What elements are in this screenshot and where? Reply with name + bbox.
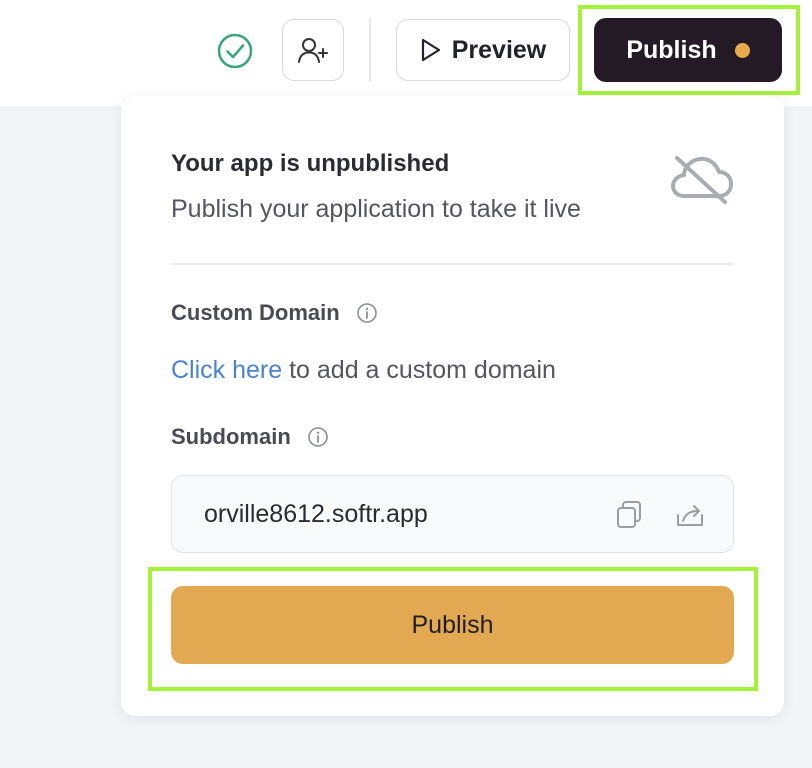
panel-title: Your app is unpublished	[171, 150, 450, 177]
check-circle-icon	[217, 33, 253, 69]
top-toolbar: Preview Publish	[0, 0, 812, 106]
info-icon[interactable]	[307, 426, 329, 448]
custom-domain-label-row: Custom Domain	[171, 300, 378, 326]
publish-top-button[interactable]: Publish	[594, 18, 782, 82]
invite-user-button[interactable]	[282, 19, 344, 81]
preview-button-label: Preview	[451, 35, 547, 64]
preview-button[interactable]: Preview	[396, 19, 570, 81]
toolbar-divider	[369, 18, 371, 82]
publish-top-label: Publish	[626, 35, 717, 64]
add-custom-domain-link[interactable]: Click here	[171, 356, 282, 384]
subdomain-label-row: Subdomain	[171, 424, 329, 450]
subdomain-value: orville8612.softr.app	[204, 500, 428, 528]
user-plus-icon	[298, 38, 328, 63]
panel-subtitle: Publish your application to take it live	[171, 195, 581, 223]
publish-popover: Your app is unpublished Publish your app…	[121, 96, 784, 716]
subdomain-label: Subdomain	[171, 424, 291, 449]
custom-domain-rest-text: to add a custom domain	[282, 356, 556, 384]
play-icon	[421, 38, 440, 62]
custom-domain-text: Click here to add a custom domain	[171, 356, 556, 385]
subdomain-field[interactable]: orville8612.softr.app	[171, 475, 734, 553]
cloud-off-icon	[671, 156, 733, 204]
info-icon[interactable]	[356, 302, 378, 324]
unpublished-status-dot	[734, 42, 750, 58]
panel-divider	[171, 263, 734, 265]
publish-button[interactable]: Publish	[171, 586, 734, 664]
copy-icon[interactable]	[615, 500, 643, 530]
share-icon[interactable]	[675, 501, 705, 529]
custom-domain-label: Custom Domain	[171, 300, 340, 325]
